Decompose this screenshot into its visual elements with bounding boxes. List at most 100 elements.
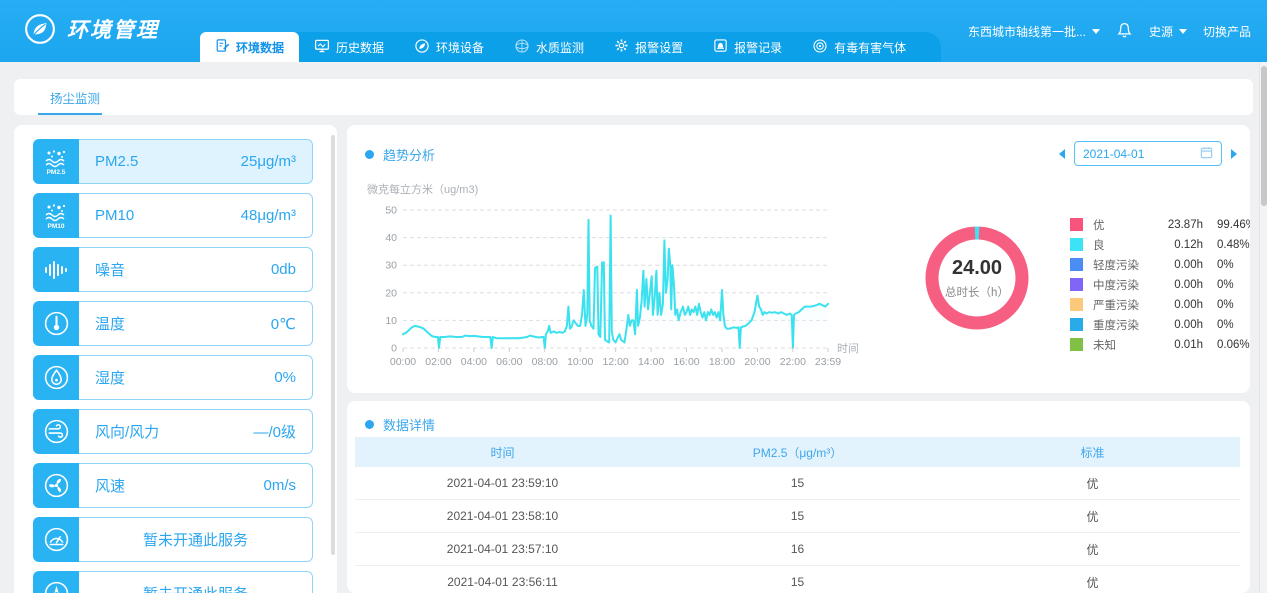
sensor-value: —/0级 [253, 421, 296, 442]
page-scrollbar-thumb[interactable] [1261, 66, 1267, 206]
legend-hours: 0.01h [1155, 339, 1203, 351]
trend-panel-header: 趋势分析 [365, 145, 435, 164]
svg-text:18:00: 18:00 [709, 356, 735, 368]
sensor-label: 噪音 [95, 259, 125, 280]
duration-donut-chart: 24.00 总时长（h） [922, 223, 1032, 333]
sensor-label: 温度 [95, 313, 125, 334]
svg-text:16:00: 16:00 [673, 356, 699, 368]
legend-label: 优 [1093, 217, 1155, 233]
table-cell: 15 [650, 509, 945, 523]
legend-row-1[interactable]: 优23.87h99.46% [1070, 218, 1250, 231]
table-cell: 15 [650, 575, 945, 589]
sensor-card-body: 暂未开通此服务 [79, 517, 313, 562]
nav-tab-3[interactable]: 环境设备 [399, 32, 499, 62]
sensor-card-body: 风向/风力—/0级 [79, 409, 313, 454]
nav-tab-label: 环境数据 [236, 39, 284, 56]
legend-row-7[interactable]: 未知0.01h 0.06% [1070, 338, 1250, 351]
sensor-value: 0% [274, 369, 296, 386]
legend-row-5[interactable]: 严重污染0.00h0% [1070, 298, 1250, 311]
table-row[interactable]: 2021-04-01 23:58:1015优 [355, 500, 1240, 533]
svg-text:02:00: 02:00 [425, 356, 451, 368]
svg-text:0: 0 [391, 343, 397, 355]
sensor-card-5[interactable]: 湿度 0% [33, 355, 313, 400]
table-row[interactable]: 2021-04-01 23:56:1115优 [355, 566, 1240, 593]
svg-text:10: 10 [385, 315, 397, 327]
switch-product-label: 切换产品 [1203, 23, 1251, 40]
sensor-card-body: 噪音0db [79, 247, 313, 292]
legend-row-6[interactable]: 重度污染0.00h0% [1070, 318, 1250, 331]
legend-label: 未知 [1093, 337, 1155, 353]
sidebar-scrollbar[interactable] [331, 135, 335, 555]
brand: 环境管理 [24, 13, 159, 45]
table-row[interactable]: 2021-04-01 23:59:1015优 [355, 467, 1240, 500]
sensor-card-1[interactable]: PM2.5PM2.525μg/m³ [33, 139, 313, 184]
nav-tab-label: 水质监测 [536, 39, 584, 56]
main-nav: 环境数据历史数据环境设备 水质监测报警设置报警记录有毒有害气体 [200, 32, 941, 62]
sensor-card-2[interactable]: PM10PM1048μg/m³ [33, 193, 313, 238]
nav-tab-7[interactable]: 有毒有害气体 [797, 32, 921, 62]
sensor-card-8[interactable]: 暂未开通此服务 [33, 517, 313, 562]
legend-hours: 0.00h [1155, 319, 1203, 331]
sensor-card-4[interactable]: 温度0℃ [33, 301, 313, 346]
user-menu[interactable]: 史源 [1149, 23, 1187, 40]
alarm-icon [713, 38, 728, 56]
svg-text:22:00: 22:00 [780, 356, 806, 368]
trend-analysis-panel: 趋势分析 2021-04-01 微克每立方米（ug/m3) 0102030405… [347, 125, 1250, 393]
project-selector[interactable]: 东西城市轴线第一批... [968, 23, 1100, 40]
water-icon [514, 38, 530, 57]
notifications-button[interactable] [1116, 21, 1133, 42]
tab-dust-monitoring[interactable]: 扬尘监测 [50, 79, 100, 115]
nav-tab-1[interactable]: 环境数据 [200, 32, 299, 62]
legend-percent: 0.06% [1217, 339, 1250, 351]
legend-percent: 0.48% [1217, 239, 1250, 251]
legend-label: 轻度污染 [1093, 257, 1155, 273]
subtab-label: 扬尘监测 [50, 88, 100, 107]
sensor-label: 湿度 [95, 367, 125, 388]
legend-swatch-icon [1070, 298, 1083, 311]
gas-icon [812, 38, 828, 57]
chevron-down-icon [1179, 29, 1187, 34]
sensor-card-body: 风速0m/s [79, 463, 313, 508]
legend-row-4[interactable]: 中度污染0.00h0% [1070, 278, 1250, 291]
table-cell: 2021-04-01 23:59:10 [355, 476, 650, 490]
svg-text:06:00: 06:00 [496, 356, 522, 368]
nav-tab-2[interactable]: 历史数据 [299, 32, 399, 62]
legend-label: 良 [1093, 237, 1155, 253]
legend-swatch-icon [1070, 338, 1083, 351]
sensor-card-7[interactable]: 风速0m/s [33, 463, 313, 508]
active-tab-underline [38, 113, 102, 115]
legend-row-3[interactable]: 轻度污染0.00h0% [1070, 258, 1250, 271]
page-scrollbar[interactable] [1259, 62, 1267, 593]
app-title: 环境管理 [67, 14, 159, 44]
table-cell: 2021-04-01 23:58:10 [355, 509, 650, 523]
svg-text:PM10: PM10 [48, 223, 65, 230]
nav-tab-6[interactable]: 报警记录 [698, 32, 797, 62]
data-details-panel: 数据详情 时间PM2.5（μg/m³）标准 2021-04-01 23:59:1… [347, 401, 1250, 593]
leaf-logo-icon [24, 13, 56, 45]
bullet-dot-icon [365, 150, 374, 159]
table-row[interactable]: 2021-04-01 23:57:1016优 [355, 533, 1240, 566]
bell-icon [1116, 21, 1133, 42]
svg-text:23:59: 23:59 [815, 356, 841, 368]
noise-icon [33, 247, 79, 292]
prev-day-button[interactable] [1059, 149, 1065, 159]
legend-hours: 0.00h [1155, 279, 1203, 291]
user-name: 史源 [1149, 23, 1173, 40]
column-header-1: 时间 [355, 444, 650, 461]
date-picker-input[interactable]: 2021-04-01 [1074, 141, 1222, 166]
legend-percent: 0% [1217, 279, 1234, 291]
legend-percent: 0% [1217, 299, 1234, 311]
leaf-icon [414, 38, 430, 57]
sensor-card-6[interactable]: 风向/风力—/0级 [33, 409, 313, 454]
legend-row-2[interactable]: 良0.12h0.48% [1070, 238, 1250, 251]
next-day-button[interactable] [1231, 149, 1237, 159]
nav-tab-5[interactable]: 报警设置 [599, 32, 698, 62]
nav-tab-4[interactable]: 水质监测 [499, 32, 599, 62]
compass-icon [33, 571, 79, 593]
sensor-card-3[interactable]: 噪音0db [33, 247, 313, 292]
gear-icon [614, 38, 629, 56]
donut-legend: 优23.87h99.46%良0.12h0.48%轻度污染0.00h0%中度污染0… [1070, 218, 1250, 351]
sensor-value: 0m/s [263, 477, 296, 494]
sensor-card-9[interactable]: 暂未开通此服务 [33, 571, 313, 593]
switch-product-button[interactable]: 切换产品 [1203, 23, 1251, 40]
